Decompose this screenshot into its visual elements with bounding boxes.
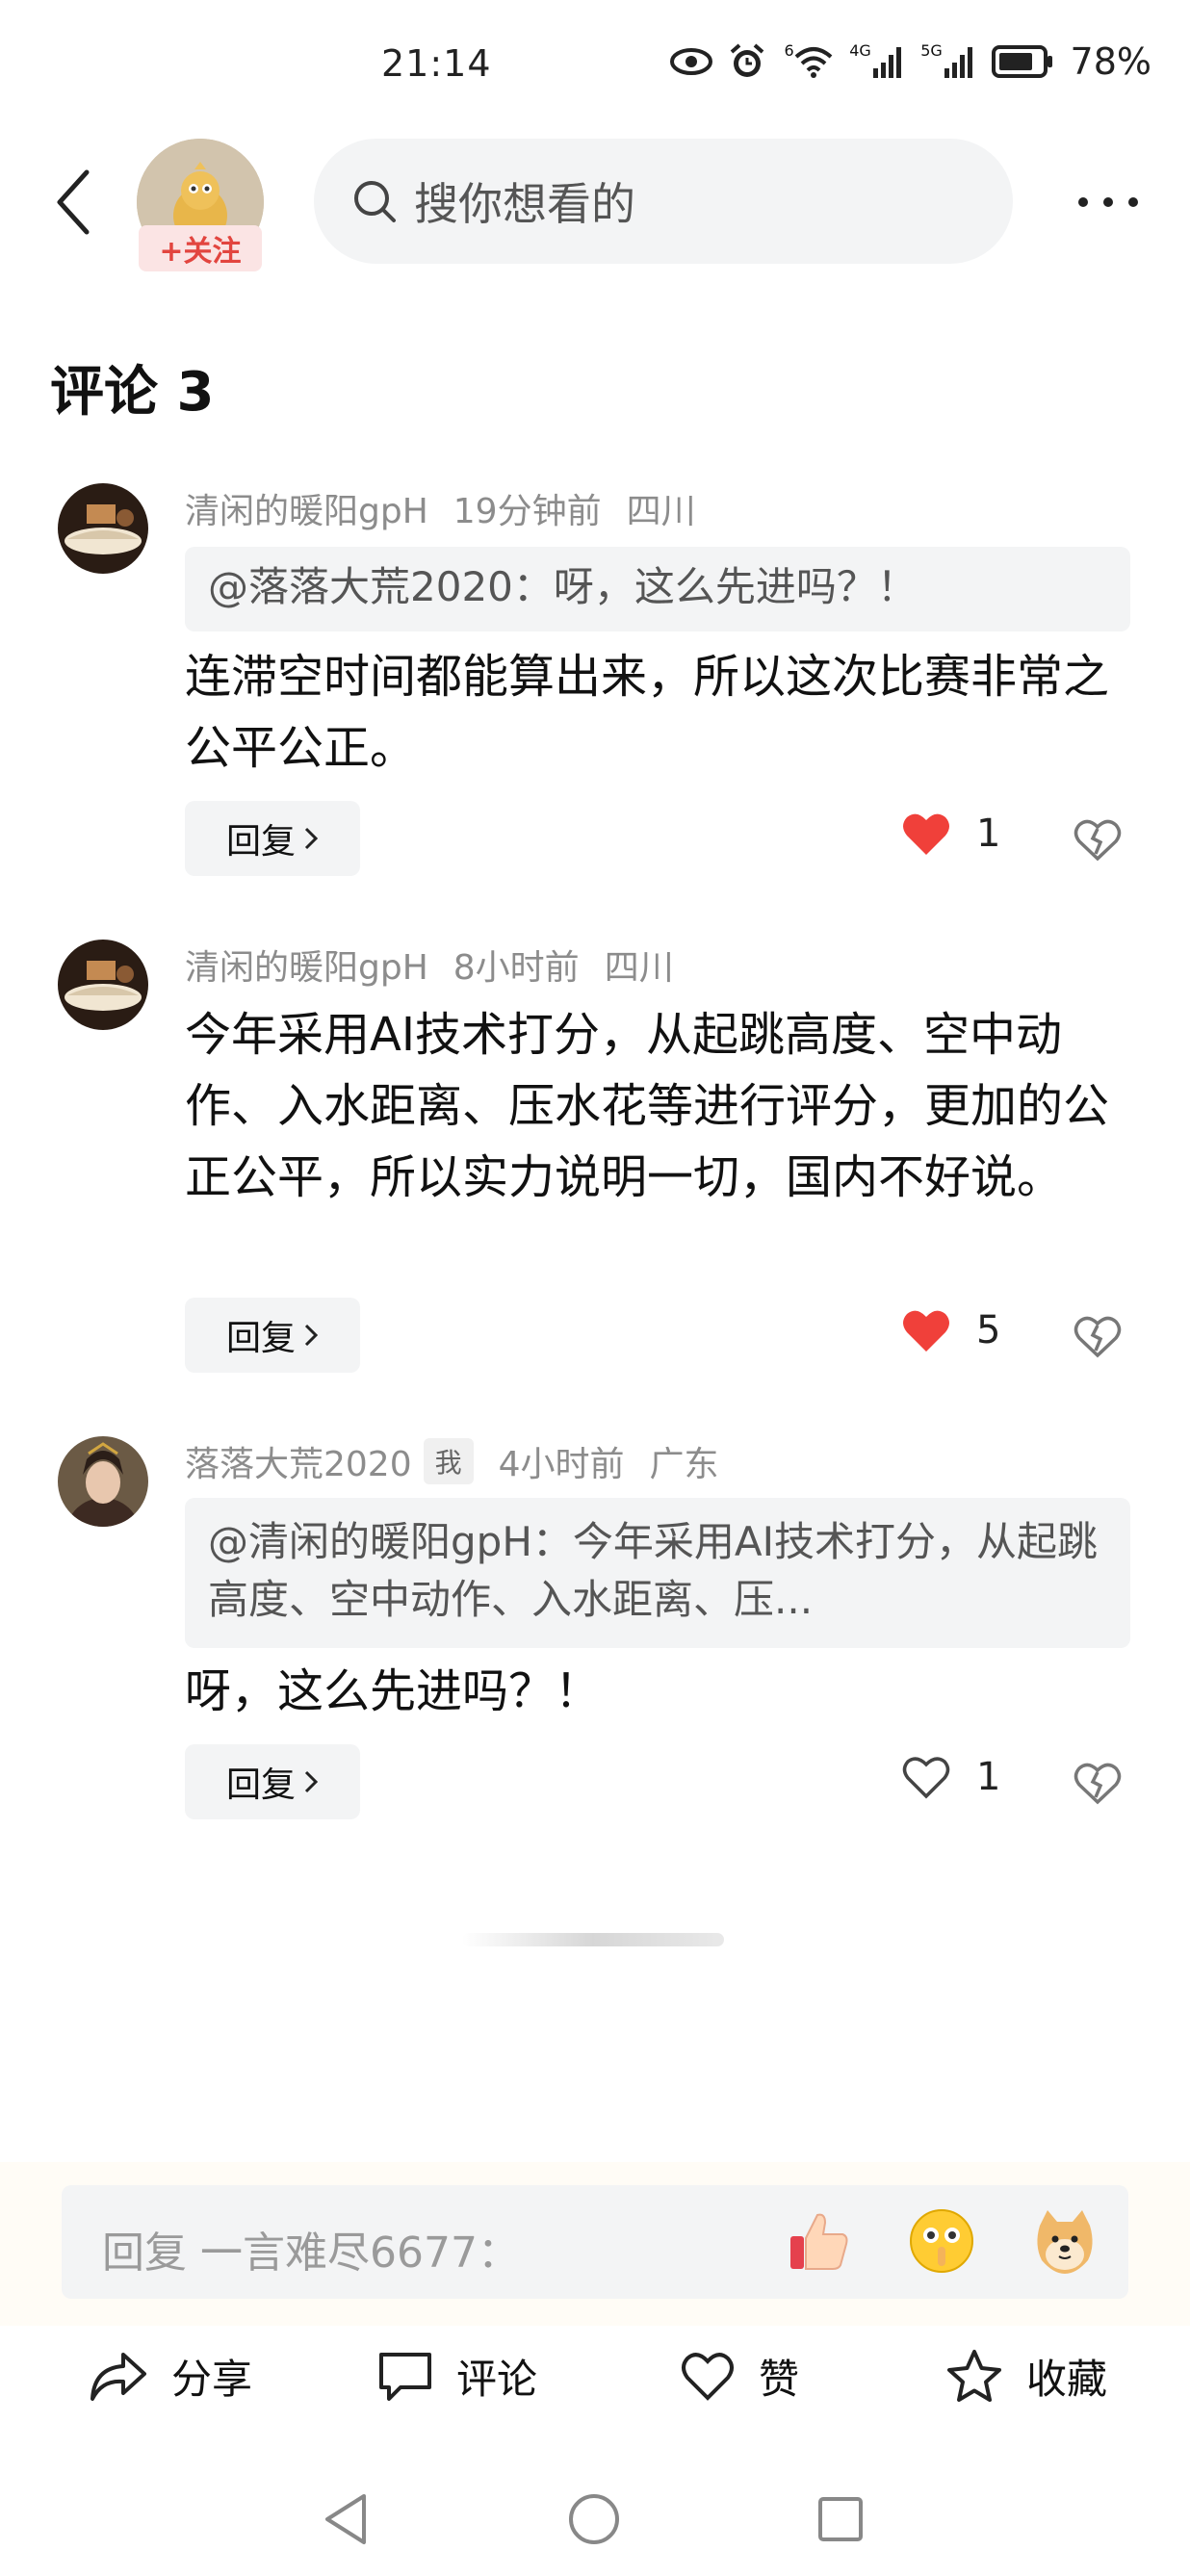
nav-back-button[interactable] — [312, 2486, 379, 2553]
status-bar: 21:14 6 4G 5G 78% — [0, 0, 1190, 135]
comment-icon — [379, 2353, 431, 2401]
avatar[interactable] — [58, 940, 148, 1030]
heart-outline-icon — [902, 1757, 950, 1799]
like-button[interactable]: 5 — [901, 1307, 1000, 1353]
search-placeholder: 搜你想看的 — [414, 178, 635, 230]
comment-button[interactable]: 评论 — [377, 2328, 537, 2424]
comment-location: 四川 — [604, 948, 674, 988]
reply-button[interactable]: 回复 — [185, 1298, 360, 1373]
chevron-right-icon — [304, 1770, 319, 1793]
reply-button[interactable]: 回复 — [185, 1744, 360, 1819]
share-button[interactable]: 分享 — [89, 2328, 252, 2424]
battery-icon — [991, 42, 1053, 81]
system-navigation-bar — [0, 2464, 1190, 2570]
chevron-left-icon — [57, 169, 90, 235]
reply-label: 回复 — [225, 1765, 296, 1805]
dislike-button[interactable] — [1071, 1309, 1125, 1363]
reply-button[interactable]: 回复 — [185, 801, 360, 876]
comment-text: 今年采用AI技术打分，从起跳高度、空中动作、入水距离、压水花等进行评分，更加的公… — [185, 1008, 1110, 1204]
comment-meta: 落落大荒2020 我 4小时前 广东 — [185, 1436, 719, 1486]
quoted-reply[interactable]: @落落大荒2020：呀，这么先进吗？！ — [185, 547, 1130, 631]
signal-icon: 5G — [920, 40, 978, 81]
alarm-icon — [726, 42, 768, 81]
wifi-icon: 6 — [782, 40, 836, 81]
search-icon — [350, 177, 399, 225]
quoted-reply[interactable]: @清闲的暖阳gpH：今年采用AI技术打分，从起跳高度、空中动作、入水距离、压..… — [185, 1498, 1130, 1648]
avatar[interactable] — [58, 483, 148, 574]
heart-filled-icon — [903, 813, 949, 855]
reply-label: 回复 — [225, 822, 296, 862]
back-button[interactable] — [44, 164, 102, 241]
comment-author[interactable]: 落落大荒2020 — [185, 1436, 412, 1486]
comment-label: 评论 — [456, 2355, 538, 2403]
comments-title: 评论 3 — [50, 361, 215, 424]
share-icon — [91, 2353, 146, 2401]
avatar[interactable] — [58, 1436, 148, 1527]
reply-input[interactable]: 回复 一言难尽6677： — [62, 2185, 1128, 2299]
circle-home-icon — [569, 2494, 619, 2544]
like-count: 5 — [976, 1308, 1001, 1352]
thumbs-up-icon — [790, 2213, 848, 2270]
follow-button[interactable]: +关注 — [139, 225, 262, 271]
status-time: 21:14 — [381, 42, 492, 85]
like-label: 赞 — [759, 2355, 800, 2403]
comment-time: 19分钟前 — [453, 492, 602, 531]
like-count: 1 — [976, 1755, 1001, 1799]
top-nav: +关注 搜你想看的 — [0, 135, 1190, 271]
status-icons: 6 4G 5G 78% — [669, 40, 1151, 83]
like-button[interactable]: 1 — [901, 1754, 1000, 1800]
broken-heart-icon — [1074, 1763, 1122, 1805]
more-dots-icon — [1078, 197, 1138, 207]
battery-percent: 78% — [1070, 40, 1151, 83]
comment-meta: 清闲的暖阳gpH 19分钟前 四川 — [185, 483, 696, 533]
network-label-2: 4G — [849, 40, 871, 60]
chevron-right-icon — [304, 827, 319, 850]
me-tag: 我 — [423, 1438, 474, 1484]
triangle-back-icon — [325, 2494, 366, 2544]
network-label-1: 6 — [784, 40, 794, 60]
doge-emoji-button[interactable] — [1026, 2202, 1103, 2280]
thumbs-up-emoji-button[interactable] — [780, 2202, 857, 2280]
comment-text: 连滞空时间都能算出来，所以这次比赛非常之公平公正。 — [185, 650, 1110, 775]
favorite-button[interactable]: 收藏 — [945, 2328, 1107, 2424]
author-avatar-button[interactable]: +关注 — [137, 139, 264, 271]
reply-composer: 回复 一言难尽6677： — [0, 2162, 1190, 2326]
broken-heart-icon — [1074, 1316, 1122, 1358]
comment-time: 8小时前 — [453, 948, 580, 988]
shush-face-icon — [910, 2209, 973, 2273]
comment-author[interactable]: 清闲的暖阳gpH — [185, 483, 428, 533]
heart-filled-icon — [903, 1310, 949, 1352]
like-button[interactable]: 1 — [901, 811, 1000, 857]
network-label-3: 5G — [920, 40, 943, 60]
square-recents-icon — [818, 2497, 863, 2541]
shush-emoji-button[interactable] — [903, 2202, 980, 2280]
comment-location: 广东 — [649, 1445, 719, 1484]
broken-heart-icon — [1074, 819, 1122, 862]
reply-placeholder: 回复 一言难尽6677： — [102, 2228, 520, 2278]
comment-location: 四川 — [626, 492, 696, 531]
more-button[interactable] — [1074, 173, 1142, 231]
bottom-action-bar: 分享 评论 赞 收藏 — [0, 2328, 1190, 2424]
star-icon — [947, 2350, 1001, 2402]
signal-icon: 4G — [849, 40, 907, 81]
nav-home-button[interactable] — [560, 2486, 628, 2553]
comment-meta: 清闲的暖阳gpH 8小时前 四川 — [185, 940, 674, 990]
reply-label: 回复 — [225, 1319, 296, 1358]
chevron-right-icon — [304, 1324, 319, 1347]
dislike-button[interactable] — [1071, 1756, 1125, 1810]
comment-author[interactable]: 清闲的暖阳gpH — [185, 940, 428, 990]
comment-text: 呀，这么先进吗？！ — [185, 1664, 602, 1718]
loading-indicator — [462, 1933, 724, 1946]
doge-icon — [1037, 2210, 1093, 2274]
share-label: 分享 — [171, 2355, 253, 2403]
comment-time: 4小时前 — [498, 1445, 625, 1484]
eye-icon — [669, 42, 712, 81]
like-post-button[interactable]: 赞 — [680, 2328, 799, 2424]
heart-outline-icon — [682, 2353, 734, 2401]
like-count: 1 — [976, 811, 1001, 856]
favorite-label: 收藏 — [1026, 2355, 1108, 2403]
search-input[interactable]: 搜你想看的 — [314, 139, 1013, 264]
nav-recents-button[interactable] — [807, 2486, 874, 2553]
dislike-button[interactable] — [1071, 812, 1125, 866]
